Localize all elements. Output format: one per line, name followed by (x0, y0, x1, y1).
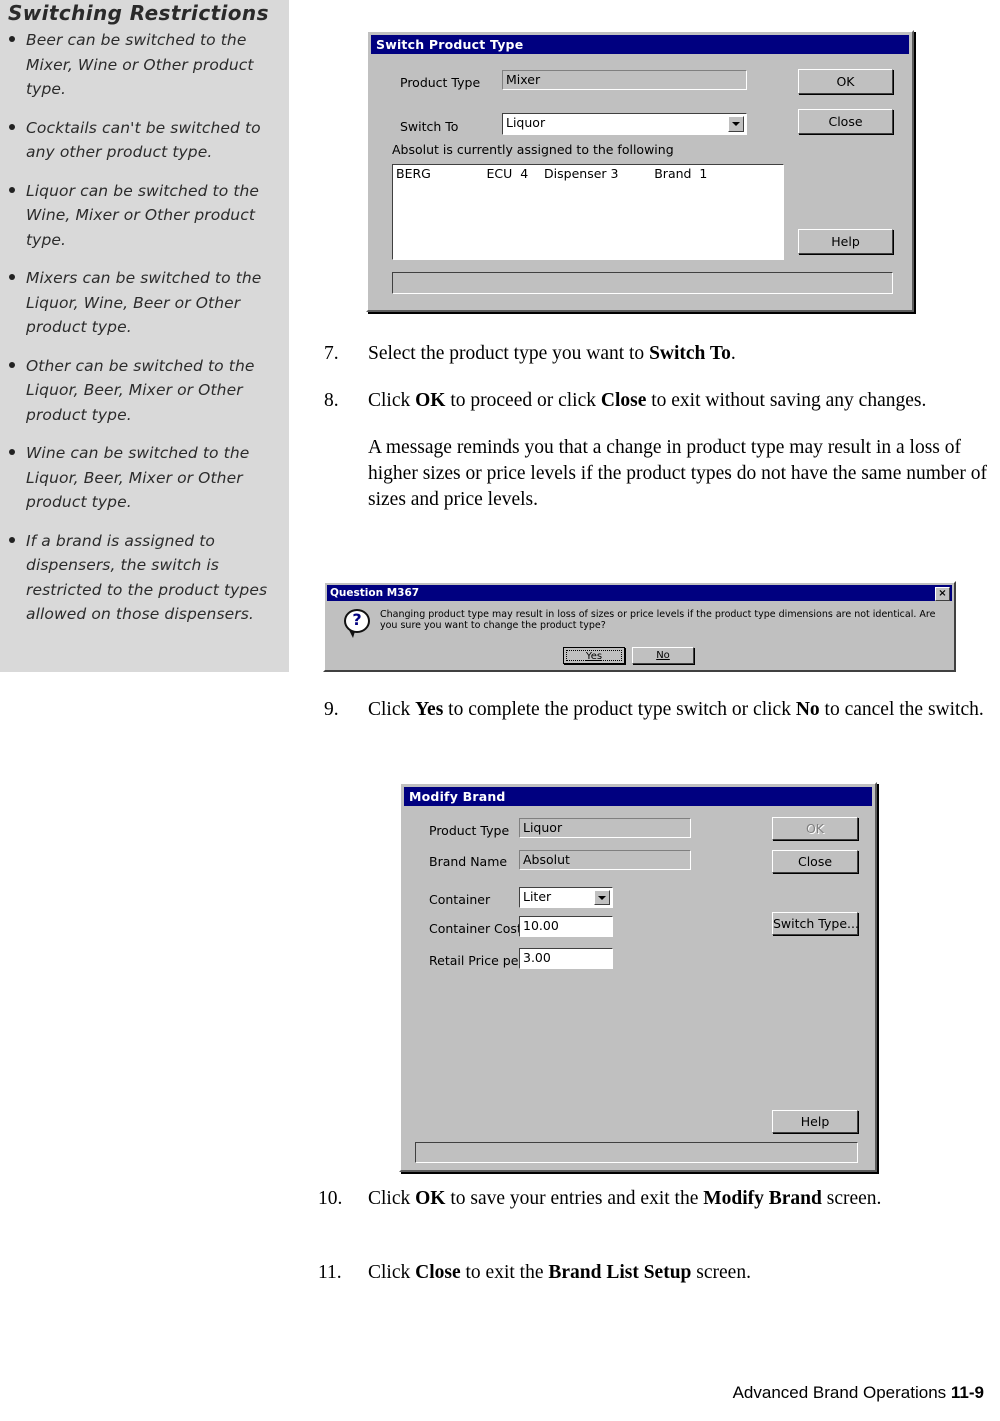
step-text-part: to exit without saving any changes. (646, 390, 927, 411)
list-item-text: Other can be switched to the Liquor, Bee… (26, 356, 255, 424)
bullet-icon (9, 361, 15, 368)
bullet-icon (9, 186, 15, 193)
list-item-text: Beer can be switched to the Mixer, Wine … (26, 31, 254, 98)
list-item-text: If a brand is assigned to dispensers, th… (26, 531, 268, 624)
help-button[interactable]: Help (772, 1110, 858, 1133)
step-text-part: Select the product type you want to (368, 343, 650, 364)
step-text-part: screen. (821, 1188, 882, 1209)
step-text: Click OK to save your entries and exit t… (368, 1186, 1000, 1212)
main-content: 7. Select the product type you want to S… (310, 0, 987, 1421)
step-text-part: to cancel the switch. (819, 699, 984, 720)
step-note: A message reminds you that a change in p… (368, 437, 987, 510)
brand-name-label: Brand Name (429, 854, 508, 869)
close-icon[interactable]: × (935, 587, 950, 601)
container-label: Container (429, 892, 491, 907)
step-emphasis: Modify Brand (703, 1188, 822, 1209)
step-10: 10. Click OK to save your entries and ex… (310, 1186, 1000, 1212)
step-number: 10. (318, 1188, 343, 1209)
step-text-part: to complete the product type switch or c… (443, 699, 796, 720)
step-emphasis: OK (415, 1188, 446, 1209)
step-emphasis: Close (600, 390, 647, 411)
product-type-field: Liquor (519, 818, 691, 838)
question-icon-glyph: ? (352, 610, 362, 629)
sidebar-title: Switching Restrictions (8, 1, 269, 25)
container-cost-field[interactable]: 10.00 (519, 916, 613, 937)
step-emphasis: Brand List Setup (548, 1262, 692, 1283)
container-cost-label: Container Cost (429, 921, 522, 936)
list-item: If a brand is assigned to dispensers, th… (8, 529, 275, 627)
step-emphasis: Switch To (649, 343, 731, 364)
step-emphasis: No (795, 699, 820, 720)
step-text-part: Click (368, 1188, 416, 1209)
step-text: Click Close to exit the Brand List Setup… (368, 1260, 1000, 1286)
step-text: Click OK to proceed or click Close to ex… (368, 388, 1000, 414)
yes-button[interactable]: Yes (563, 647, 625, 664)
ok-button[interactable]: OK (772, 817, 858, 840)
step-9: 9. Click Yes to complete the product typ… (310, 697, 1000, 723)
step-text-part: screen. (691, 1262, 751, 1283)
step-text-part: to save your entries and exit the (445, 1188, 704, 1209)
step-7: 7. Select the product type you want to S… (310, 341, 1000, 367)
list-item: Liquor can be switched to the Wine, Mixe… (8, 179, 275, 253)
list-item: Mixers can be switched to the Liquor, Wi… (8, 266, 275, 340)
bullet-icon (9, 536, 15, 543)
chevron-down-icon[interactable] (594, 890, 610, 905)
sidebar-restrictions-list: Beer can be switched to the Mixer, Wine … (8, 28, 275, 627)
product-type-label: Product Type (429, 823, 510, 838)
list-item: Beer can be switched to the Mixer, Wine … (8, 28, 275, 102)
no-button-label: No (656, 650, 670, 661)
step-text-part: Click (368, 699, 416, 720)
brand-name-field: Absolut (519, 850, 691, 870)
step-8: 8. Click OK to proceed or click Close to… (310, 388, 1000, 513)
step-emphasis: OK (415, 390, 446, 411)
bullet-icon (9, 274, 15, 280)
step-text: Click Yes to complete the product type s… (368, 697, 1000, 723)
step-number: 7. (324, 343, 339, 364)
step-11: 11. Click Close to exit the Brand List S… (310, 1260, 1000, 1286)
dialog-title: Modify Brand (409, 789, 506, 804)
question-message-box: Question M367 × ? Changing product type … (323, 581, 956, 672)
list-item-text: Cocktails can't be switched to any other… (26, 118, 261, 162)
yes-button-label: Yes (566, 650, 622, 662)
messagebox-text: Changing product type may result in loss… (380, 609, 936, 631)
bullet-icon (9, 36, 15, 42)
yes-label-text: Yes (585, 651, 603, 662)
no-button[interactable]: No (632, 647, 694, 664)
question-icon: ? (344, 609, 372, 638)
list-item-text: Wine can be switched to the Liquor, Beer… (26, 444, 250, 511)
messagebox-title: Question M367 (330, 587, 420, 599)
container-value: Liter (523, 889, 552, 904)
step-emphasis: Close (415, 1262, 461, 1283)
step-number: 8. (324, 390, 339, 411)
footer-chapter: Advanced Brand Operations (732, 1383, 947, 1402)
list-item: Wine can be switched to the Liquor, Beer… (8, 441, 275, 515)
list-item-text: Liquor can be switched to the Wine, Mixe… (26, 181, 260, 249)
modify-brand-dialog: Modify Brand Product Type Liquor Brand N… (399, 782, 877, 1172)
dialog-titlebar: Modify Brand (404, 787, 872, 806)
switch-type-button[interactable]: Switch Type... (772, 912, 859, 935)
footer-page-number: 11-9 (950, 1383, 984, 1402)
step-number: 9. (324, 699, 339, 720)
messagebox-titlebar: Question M367 × (327, 585, 952, 601)
list-item: Other can be switched to the Liquor, Bee… (8, 354, 275, 428)
retail-price-field[interactable]: 3.00 (519, 948, 613, 969)
bullet-icon (9, 449, 15, 455)
step-text-part: to proceed or click (445, 390, 601, 411)
status-bar (415, 1142, 858, 1163)
step-number: 11. (318, 1262, 342, 1283)
step-text-part: . (730, 343, 736, 364)
container-combobox[interactable]: Liter (519, 887, 613, 908)
step-text: Select the product type you want to Swit… (368, 341, 1000, 367)
step-text-part: Click (368, 1262, 416, 1283)
step-text-part: Click (368, 390, 416, 411)
sidebar-switching-restrictions: Switching Restrictions Beer can be switc… (0, 0, 289, 672)
list-item-text: Mixers can be switched to the Liquor, Wi… (26, 269, 262, 336)
step-text-part: to exit the (460, 1262, 549, 1283)
list-item: Cocktails can't be switched to any other… (8, 116, 275, 165)
close-button[interactable]: Close (772, 850, 858, 873)
step-emphasis: Yes (415, 699, 444, 720)
bullet-icon (9, 123, 15, 130)
page-footer: Advanced Brand Operations 11-9 (733, 1383, 984, 1403)
